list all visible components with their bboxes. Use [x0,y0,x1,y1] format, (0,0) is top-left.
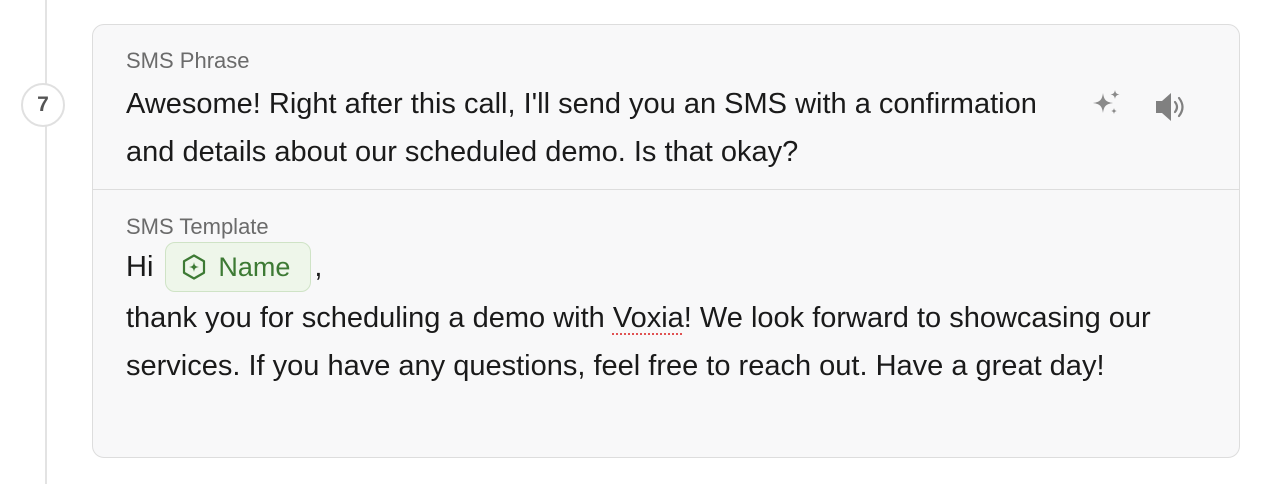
sms-phrase-section: SMS Phrase Awesome! Right after this cal… [93,25,1239,190]
sms-template-body[interactable]: thank you for scheduling a demo with Vox… [126,294,1226,390]
sms-phrase-text[interactable]: Awesome! Right after this call, I'll sen… [126,80,1086,176]
variable-hexagon-icon [183,254,206,280]
variable-label: Name [218,251,291,282]
sms-phrase-label: SMS Phrase [126,48,250,73]
template-greeting-line: Hi Name , [126,240,322,294]
template-body-start: thank you for scheduling a demo with [126,302,613,334]
sms-template-label: SMS Template [126,214,269,239]
speaker-icon[interactable] [1149,85,1193,129]
sms-step-card: SMS Phrase Awesome! Right after this cal… [92,24,1240,458]
greeting-comma: , [314,250,323,283]
step-number-badge: 7 [21,83,65,127]
sparkles-icon[interactable] [1085,81,1129,125]
spellcheck-flagged-word: Voxia [612,302,684,334]
timeline-line [45,0,47,484]
template-greeting: Hi [126,250,154,283]
name-variable-chip[interactable]: Name [165,242,312,292]
sms-template-section: SMS Template Hi Name , thank you for sch… [93,190,1239,457]
